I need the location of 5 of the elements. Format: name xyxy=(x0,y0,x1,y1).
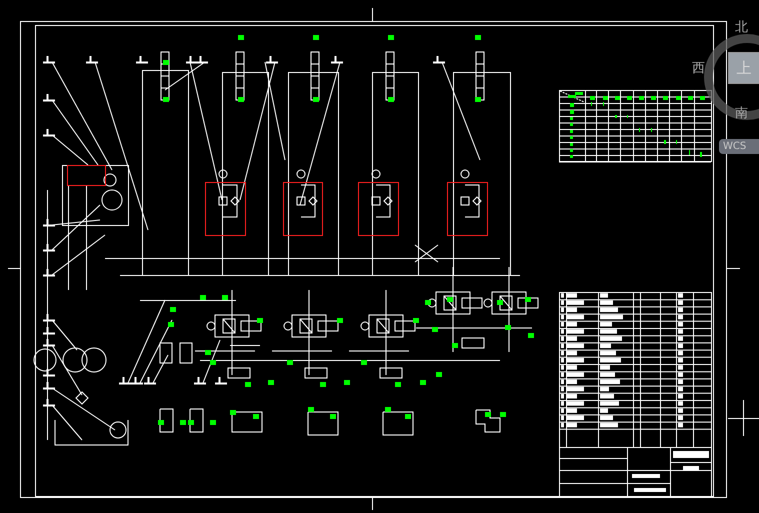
crosshair-cursor xyxy=(728,400,759,436)
compass-direction[interactable]: 南 xyxy=(735,106,748,122)
compass-direction[interactable]: 西 xyxy=(692,61,705,77)
compass-direction[interactable]: 北 xyxy=(735,20,748,36)
coordinate-system-menu[interactable]: WCS xyxy=(719,139,759,154)
